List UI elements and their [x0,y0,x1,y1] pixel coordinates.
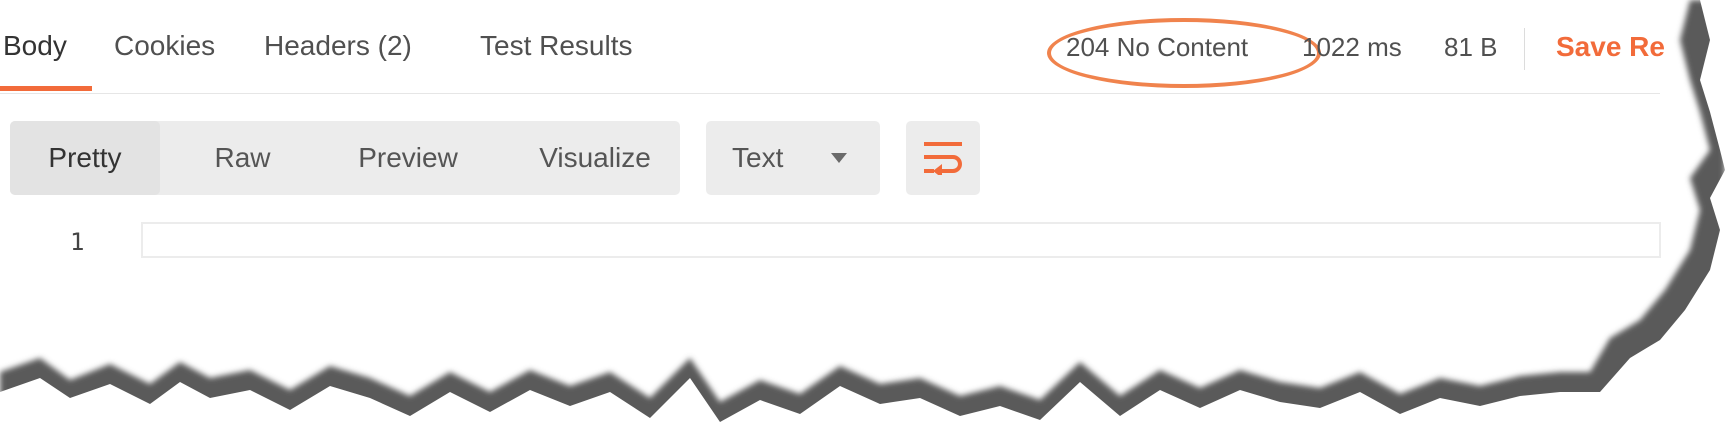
torn-edge-decoration [0,0,1725,446]
response-pane: Body Cookies Headers (2) Test Results 20… [0,0,1725,446]
